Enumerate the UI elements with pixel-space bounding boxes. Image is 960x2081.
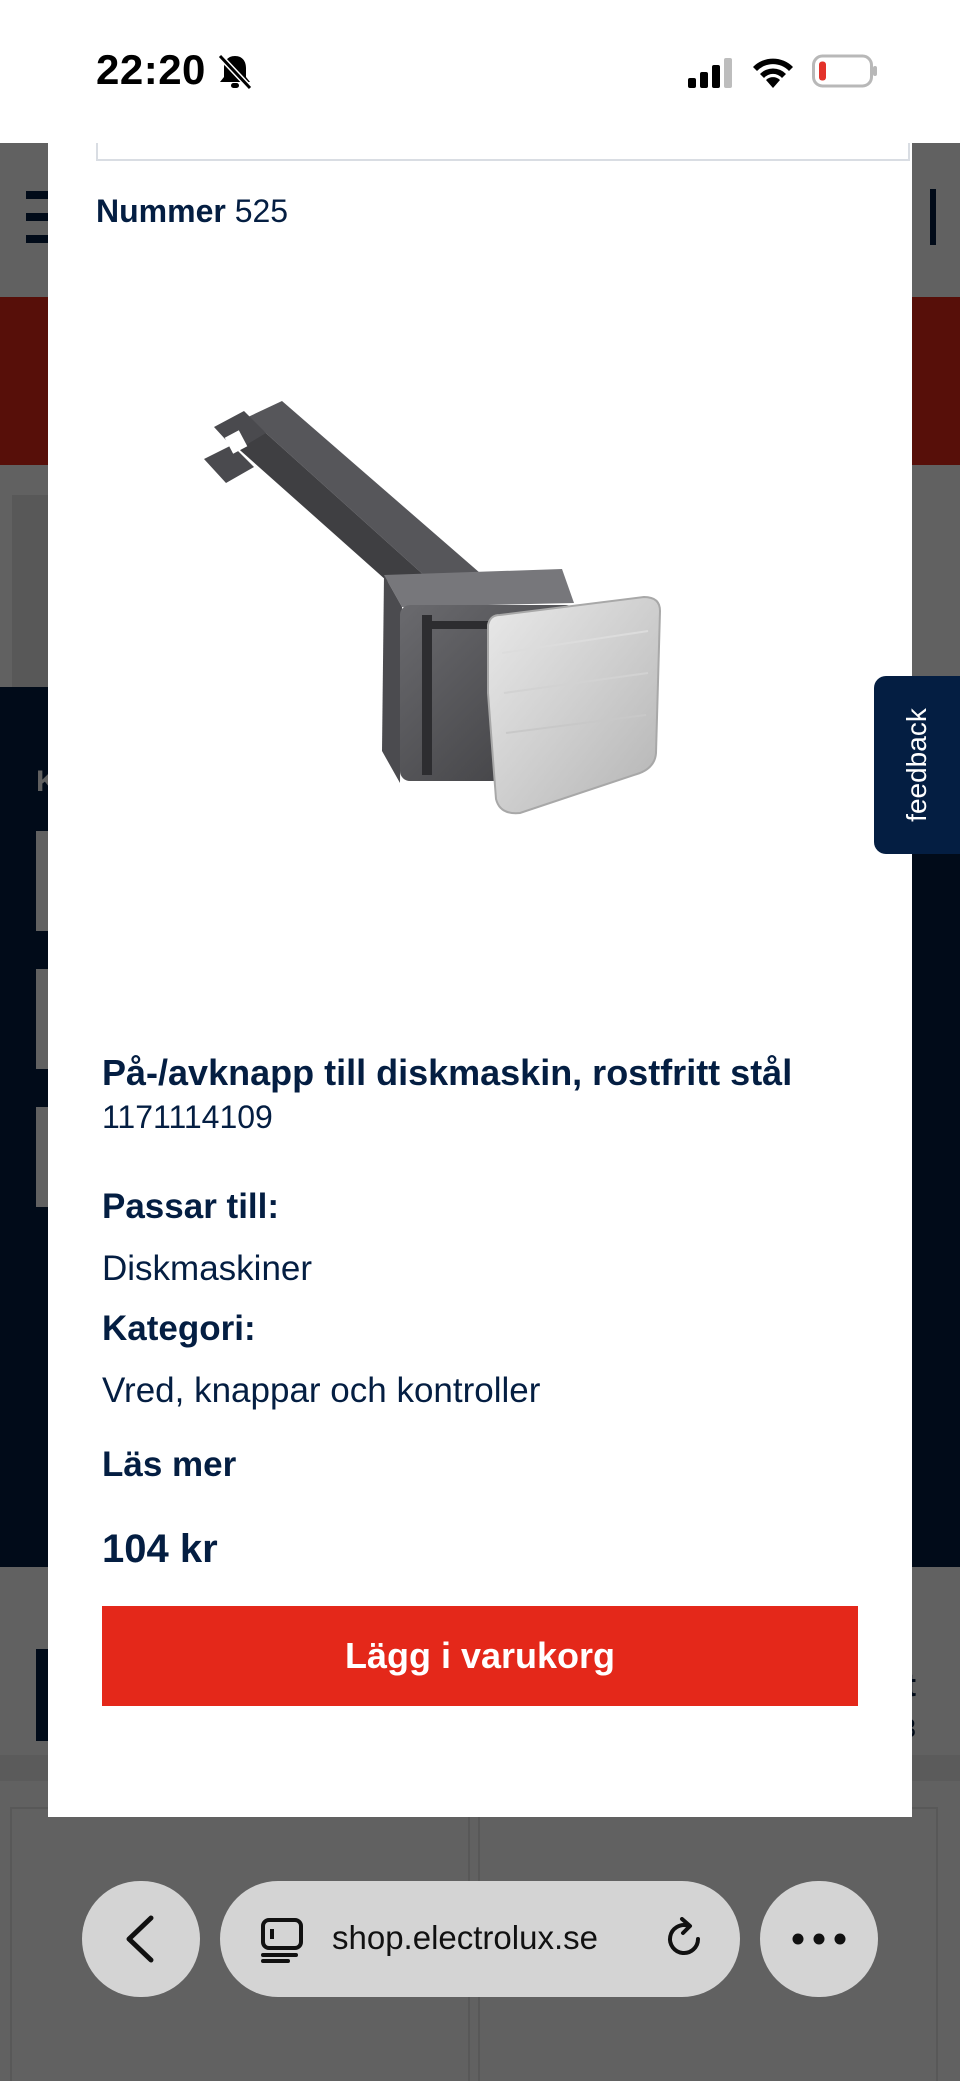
more-button[interactable]	[760, 1881, 878, 1997]
product-sku: 1171114109	[102, 1099, 273, 1135]
product-title: På-/avknapp till diskmaskin, rostfritt s…	[102, 1052, 793, 1093]
price: 104 kr	[102, 1527, 218, 1571]
url-text: shop.electrolux.se	[332, 1919, 598, 1956]
product-modal: Nummer 525 På-/avknapp till diskmaskin, …	[48, 143, 912, 1817]
number-value: 525	[234, 193, 289, 229]
wifi-icon	[753, 58, 793, 88]
number-label: Nummer	[96, 193, 226, 229]
more-icon	[792, 1933, 846, 1945]
category-label: Kategori:	[102, 1309, 256, 1348]
battery-low-icon	[812, 54, 877, 88]
tabs-icon	[261, 1918, 303, 1963]
signal-icon	[688, 58, 732, 88]
status-bar: 22:20	[0, 0, 960, 143]
category-value: Vred, knappar och kontroller	[102, 1371, 541, 1410]
product-image	[204, 401, 662, 815]
modal-field-edge	[96, 143, 910, 161]
reload-icon[interactable]	[662, 1917, 706, 1961]
feedback-label: feedback	[901, 708, 933, 822]
back-button[interactable]	[82, 1881, 200, 1997]
read-more-link[interactable]: Läs mer	[102, 1445, 236, 1485]
fits-value: Diskmaskiner	[102, 1249, 313, 1288]
fits-label: Passar till:	[102, 1187, 280, 1226]
number-line: Nummer 525	[96, 193, 288, 230]
browser-toolbar: shop.electrolux.se	[0, 1817, 960, 2081]
address-bar[interactable]: shop.electrolux.se	[220, 1881, 740, 1997]
feedback-tab[interactable]: feedback	[874, 676, 960, 854]
back-icon	[126, 1915, 154, 1963]
bell-muted-icon	[217, 53, 253, 91]
status-time: 22:20	[96, 46, 206, 93]
add-to-cart-button[interactable]: Lägg i varukorg	[102, 1606, 858, 1706]
